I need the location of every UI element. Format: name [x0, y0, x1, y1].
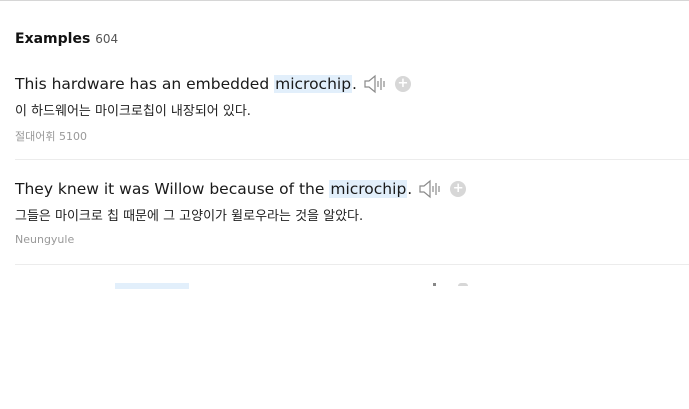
sentence-post: . [407, 180, 413, 198]
plus-icon-fragment [458, 283, 468, 286]
speaker-icon[interactable] [418, 179, 442, 199]
sentence-pre: They knew it was Willow because of the [15, 180, 330, 198]
example-sentence-line: They knew it was Willow because of the m… [15, 176, 689, 202]
example-item: This hardware has an embedded microchip.… [15, 71, 689, 160]
keyword-highlight-fragment [115, 283, 189, 289]
example-source[interactable]: 절대어휘 5100 [15, 128, 689, 144]
keyword-highlight: microchip [274, 75, 353, 93]
example-sentence-line: This hardware has an embedded microchip.… [15, 71, 689, 97]
sentence-post: . [352, 75, 357, 93]
add-to-wordbook-icon[interactable]: + [394, 76, 411, 92]
example-translation: 그들은 마이크로 칩 때문에 그 고양이가 윌로우라는 것을 알았다. [15, 209, 364, 224]
examples-count: 604 [95, 32, 119, 46]
add-to-wordbook-icon[interactable]: + [450, 181, 467, 197]
example-source[interactable]: Neungyule [15, 233, 689, 246]
speaker-icon[interactable] [363, 74, 387, 94]
example-item: They knew it was Willow because of the m… [15, 176, 689, 265]
examples-title: Examples [15, 31, 91, 47]
examples-header: Examples 604 [15, 31, 118, 47]
example-translation: 이 하드웨어는 마이크로칩이 내장되어 있다. [15, 104, 251, 119]
example-sentence: This hardware has an embedded microchip. [15, 75, 357, 93]
examples-panel: Examples 604 This hardware has an embedd… [0, 0, 689, 409]
example-sentence: They knew it was Willow because of the m… [15, 180, 412, 198]
sentence-pre: This hardware has an embedded [15, 75, 275, 93]
example-item-loading [15, 280, 689, 290]
speaker-icon-fragment [433, 283, 436, 286]
keyword-highlight: microchip [329, 180, 408, 198]
